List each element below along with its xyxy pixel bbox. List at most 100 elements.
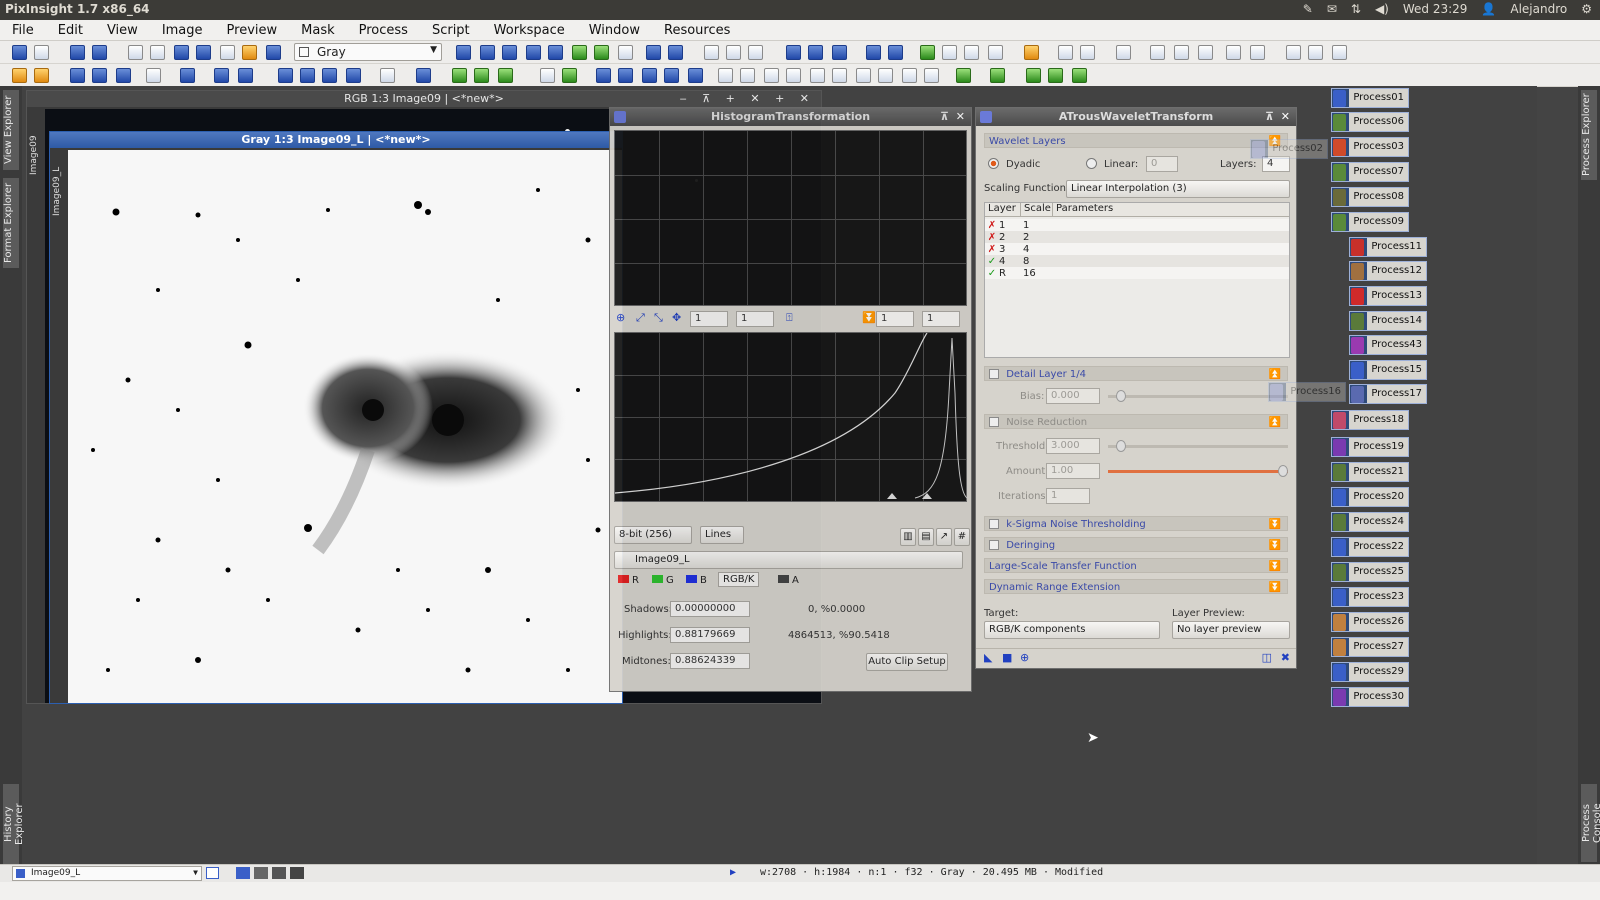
zoom-2-icon[interactable]: [726, 45, 741, 60]
stf-reset-icon[interactable]: [888, 45, 903, 60]
process-33-icon[interactable]: [924, 68, 939, 83]
process-1-icon[interactable]: [70, 68, 85, 83]
gray-image-window[interactable]: Gray 1:3 Image09_L | <*new*> Image09_L: [49, 131, 623, 704]
user-name[interactable]: Alejandro: [1510, 2, 1567, 16]
redo-icon[interactable]: [34, 45, 49, 60]
target-select[interactable]: RGB/K components: [984, 621, 1160, 639]
highlight-icon[interactable]: [1024, 45, 1039, 60]
duplicate-icon[interactable]: [92, 45, 107, 60]
detail-layer-checkbox[interactable]: [989, 369, 999, 379]
process-icon[interactable]: Process13: [1349, 286, 1427, 306]
gray-image-canvas[interactable]: [68, 150, 622, 703]
process-11-icon[interactable]: [346, 68, 361, 83]
menu-preview[interactable]: Preview: [215, 23, 290, 38]
row-state-icon[interactable]: ✗: [985, 244, 999, 255]
process-14-icon[interactable]: [452, 68, 467, 83]
new-preview-icon[interactable]: [572, 45, 587, 60]
tool-5-icon[interactable]: [1250, 45, 1265, 60]
clock[interactable]: Wed 23:29: [1403, 2, 1468, 16]
zoom2-h-input[interactable]: 1: [876, 311, 914, 327]
process-18-icon[interactable]: [562, 68, 577, 83]
col-parameters[interactable]: Parameters: [1053, 203, 1289, 216]
process-27-icon[interactable]: [786, 68, 801, 83]
rgb-window-titlebar[interactable]: RGB 1:3 Image09 | <*new*> ‒ ⊼ + ✕ + ✕: [27, 91, 821, 107]
menu-mask[interactable]: Mask: [289, 23, 346, 38]
process-icon[interactable]: Process11: [1349, 237, 1427, 257]
close-icon-2[interactable]: ✕: [1281, 108, 1290, 126]
process-icon[interactable]: Process24: [1331, 512, 1409, 532]
noise-reduction-checkbox[interactable]: [989, 417, 999, 427]
process-5-icon[interactable]: [180, 68, 195, 83]
menu-window[interactable]: Window: [577, 23, 652, 38]
open-icon[interactable]: [12, 68, 27, 83]
row-state-icon[interactable]: ✗: [985, 220, 999, 231]
graph-style-select[interactable]: Lines: [700, 526, 744, 544]
cascade-icon[interactable]: [832, 45, 847, 60]
new-image-icon[interactable]: [70, 45, 85, 60]
auto-clip-setup-button[interactable]: Auto Clip Setup: [866, 653, 948, 671]
process-10-icon[interactable]: [322, 68, 337, 83]
histogram-plot[interactable]: [614, 332, 968, 502]
amount-slider[interactable]: [1108, 465, 1288, 477]
amount-input[interactable]: 1.00: [1046, 463, 1100, 479]
process-icon[interactable]: Process09: [1331, 212, 1409, 232]
process-38-icon[interactable]: [1072, 68, 1087, 83]
zoom-1-icon[interactable]: [704, 45, 719, 60]
link-icon[interactable]: [266, 45, 281, 60]
process-icon[interactable]: Process12: [1349, 261, 1427, 281]
status-mode-4-icon[interactable]: [290, 867, 304, 879]
pan-icon[interactable]: [526, 45, 541, 60]
tool-1-icon[interactable]: [1150, 45, 1165, 60]
expand-icon[interactable]: ⏬: [1269, 517, 1281, 532]
process-3-icon[interactable]: [116, 68, 131, 83]
col-layer[interactable]: Layer: [985, 203, 1021, 216]
apply-global-icon[interactable]: ■: [1002, 651, 1012, 664]
dynamic-range-section[interactable]: Dynamic Range Extension ⏬: [984, 579, 1288, 594]
process-13-icon[interactable]: [416, 68, 431, 83]
table-row[interactable]: ✓ R 16: [985, 267, 1289, 279]
menu-workspace[interactable]: Workspace: [482, 23, 577, 38]
process-12-icon[interactable]: [380, 68, 395, 83]
process-icon[interactable]: Process07: [1331, 162, 1409, 182]
tool-4-icon[interactable]: [1226, 45, 1241, 60]
row-state-icon[interactable]: ✓: [985, 256, 999, 267]
edit-preview-icon[interactable]: [502, 45, 517, 60]
channel-b[interactable]: B: [700, 575, 707, 586]
highlights-input[interactable]: 0.88179669: [670, 627, 750, 643]
col-scale[interactable]: Scale: [1021, 203, 1053, 216]
crosshair-icon[interactable]: ⊕: [616, 311, 625, 324]
large-scale-section[interactable]: Large-Scale Transfer Function ⏬: [984, 558, 1288, 573]
deringing-section[interactable]: Deringing ⏬: [984, 537, 1288, 552]
real-time-preview-icon[interactable]: ⊕: [1020, 651, 1029, 664]
process-icon[interactable]: Process17: [1349, 384, 1427, 404]
mask-enable-icon[interactable]: [964, 45, 979, 60]
new-instance-icon[interactable]: ◣: [984, 651, 992, 664]
process-icon[interactable]: Process18: [1331, 410, 1409, 430]
row-state-icon[interactable]: ✓: [985, 268, 999, 279]
process-24-icon[interactable]: [718, 68, 733, 83]
browse-docs-icon[interactable]: ◫: [1262, 651, 1272, 664]
collapse-icon[interactable]: ⏫: [1269, 415, 1281, 430]
reset-icon[interactable]: ✖: [1281, 651, 1290, 664]
close-icon[interactable]: ✕: [956, 108, 965, 126]
threshold-slider[interactable]: [1108, 440, 1288, 452]
table-row[interactable]: ✗ 3 4: [985, 243, 1289, 255]
process-21-icon[interactable]: [642, 68, 657, 83]
process-7-icon[interactable]: [238, 68, 253, 83]
status-mode-1-icon[interactable]: [236, 867, 250, 879]
channel-rgbk[interactable]: RGB/K: [723, 574, 754, 585]
folder-icon[interactable]: [34, 68, 49, 83]
bias-slider[interactable]: [1108, 390, 1288, 402]
lock-icon[interactable]: [1116, 45, 1131, 60]
process-icon[interactable]: Process21: [1331, 462, 1409, 482]
move-icon[interactable]: ✥: [672, 311, 681, 324]
process-explorer-tab[interactable]: Process Explorer: [1581, 90, 1597, 180]
tool-8-icon[interactable]: [1332, 45, 1347, 60]
linear-radio[interactable]: [1086, 158, 1097, 169]
fit-view-icon[interactable]: [786, 45, 801, 60]
menu-edit[interactable]: Edit: [46, 23, 95, 38]
preview-mode-icon[interactable]: [480, 45, 495, 60]
deringing-checkbox[interactable]: [989, 540, 999, 550]
process-19-icon[interactable]: [596, 68, 611, 83]
wavelet-layers-section[interactable]: Wavelet Layers ⏫: [984, 133, 1288, 148]
